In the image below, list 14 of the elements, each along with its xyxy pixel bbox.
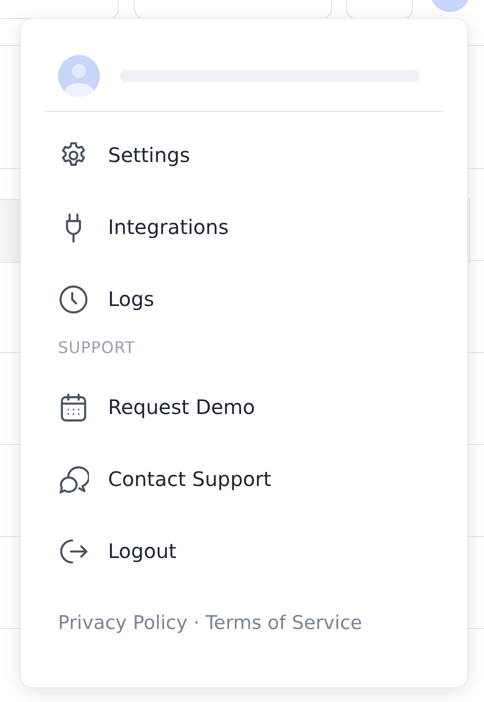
separator-dot: · [193, 612, 200, 634]
menu-item[interactable]: Integrations [58, 191, 444, 263]
menu-item[interactable]: Settings [58, 119, 444, 191]
menu-item[interactable]: Contact Support [58, 443, 444, 515]
menu-item[interactable]: Logout [58, 515, 444, 587]
calendar-icon [58, 392, 89, 422]
avatar-icon [58, 55, 100, 97]
clock-icon [58, 284, 89, 314]
menu-item[interactable]: Request Demo [58, 371, 444, 443]
footer-link[interactable]: Terms of Service [206, 612, 362, 634]
footer-link[interactable]: Privacy Policy [58, 612, 188, 634]
section-heading: SUPPORT [58, 336, 136, 358]
chat-icon [58, 464, 89, 494]
menu-item[interactable]: Logs [58, 263, 444, 335]
